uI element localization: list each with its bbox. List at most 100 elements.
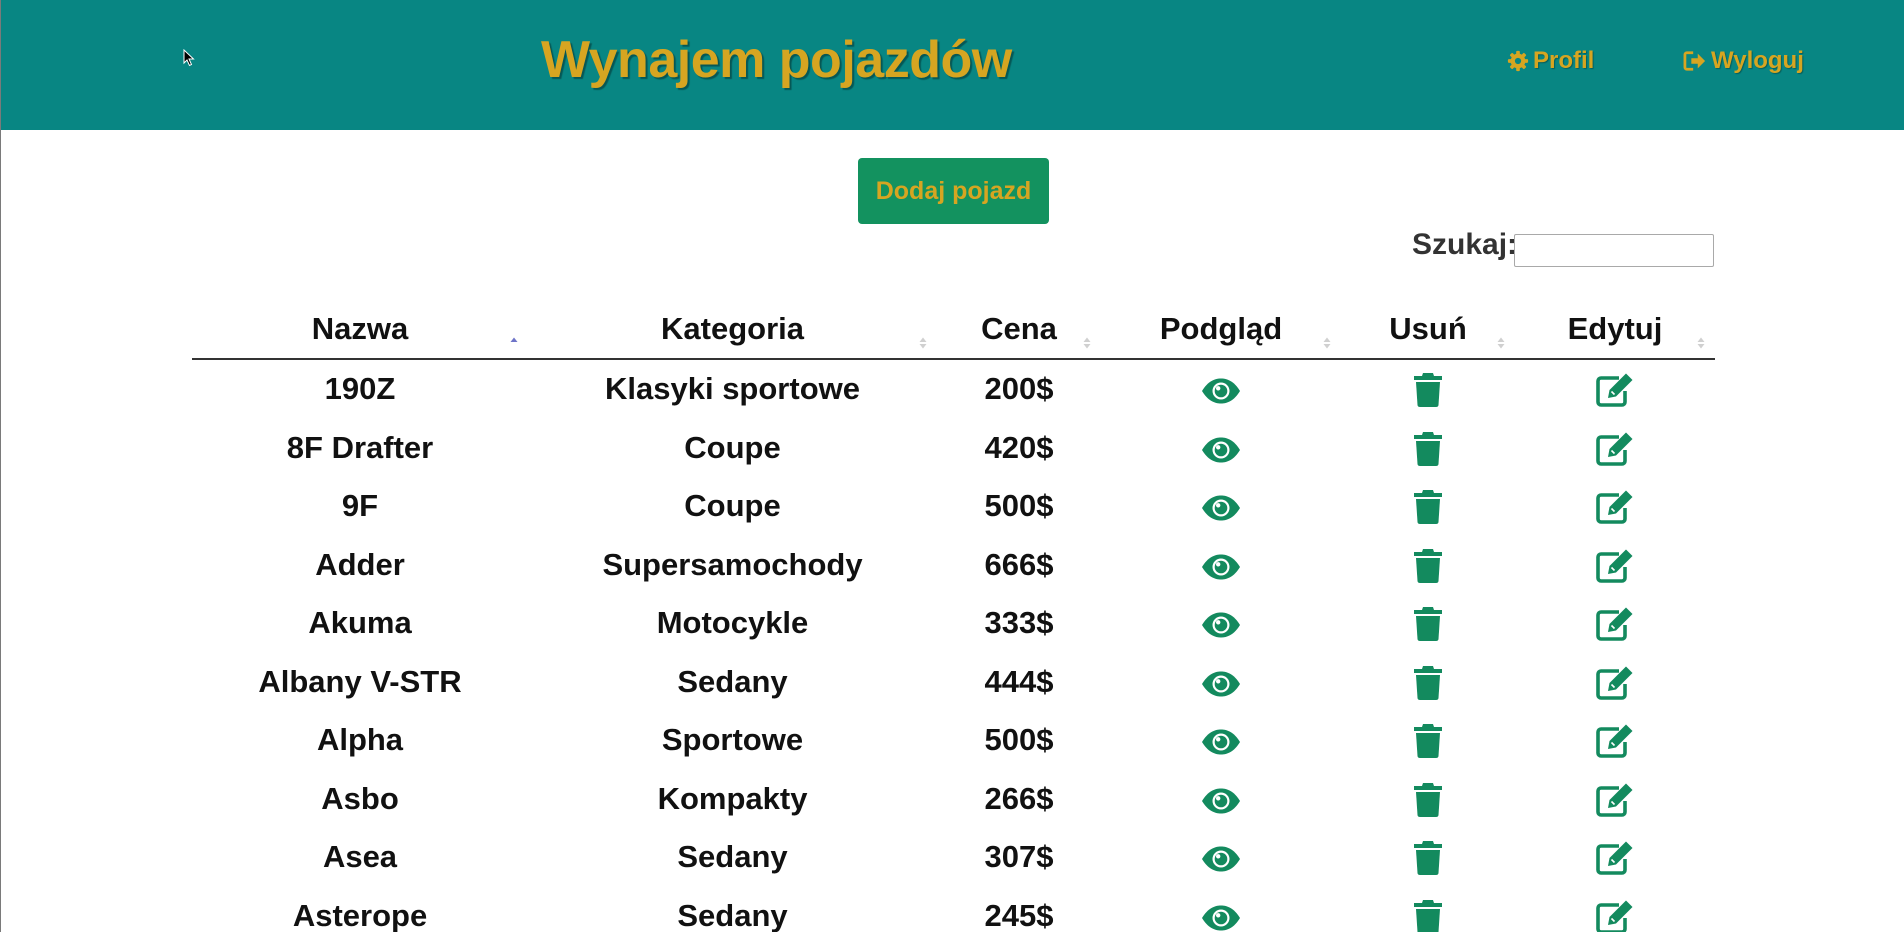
trash-icon[interactable] (1413, 899, 1443, 932)
edit-cell (1515, 711, 1715, 770)
edit-cell (1515, 828, 1715, 887)
edit-icon[interactable] (1595, 489, 1635, 525)
preview-cell (1101, 594, 1341, 653)
trash-icon[interactable] (1413, 548, 1443, 584)
vehicle-price: 500$ (984, 722, 1054, 758)
site-title: Wynajem pojazdów (541, 31, 1012, 89)
table-row: Alpha Sportowe 500$ (192, 711, 1715, 770)
table-row: Akuma Motocykle 333$ (192, 594, 1715, 653)
eye-icon[interactable] (1201, 671, 1241, 697)
vehicle-name: Asterope (292, 897, 428, 932)
edit-cell (1515, 477, 1715, 536)
vehicle-category: Coupe (684, 429, 781, 465)
edit-icon[interactable] (1595, 548, 1635, 584)
logout-link[interactable]: Wyloguj (1683, 47, 1804, 75)
column-header-category[interactable]: Kategoria (528, 300, 937, 360)
eye-icon[interactable] (1201, 437, 1241, 463)
trash-icon[interactable] (1413, 431, 1443, 467)
vehicle-price: 666$ (984, 546, 1054, 582)
edit-icon[interactable] (1595, 782, 1635, 818)
add-vehicle-button[interactable]: Dodaj pojazd (858, 158, 1049, 224)
search-input[interactable] (1514, 234, 1714, 267)
table-header-row: Nazwa Kategoria Cena Podgląd Usuń Edytuj (192, 300, 1715, 360)
table-body: 190Z Klasyki sportowe 200$ 8F Drafter Coupe 4… (192, 359, 1715, 932)
vehicle-name: 8F Drafter (286, 429, 434, 465)
column-header-name[interactable]: Nazwa (192, 300, 528, 360)
search-label: Szukaj: (1412, 228, 1518, 261)
preview-cell (1101, 359, 1341, 419)
sort-both-icon (1497, 322, 1505, 349)
table-row: Asterope Sedany 245$ (192, 887, 1715, 932)
eye-icon[interactable] (1201, 378, 1241, 404)
edit-cell (1515, 359, 1715, 419)
vehicle-price: 444$ (984, 663, 1054, 699)
edit-icon[interactable] (1595, 723, 1635, 759)
vehicle-category: Supersamochody (602, 546, 863, 582)
mouse-cursor-icon (183, 48, 195, 72)
vehicle-category: Sportowe (661, 722, 804, 758)
edit-icon[interactable] (1595, 372, 1635, 408)
vehicles-table: Nazwa Kategoria Cena Podgląd Usuń Edytuj… (192, 300, 1715, 932)
delete-cell (1341, 419, 1515, 478)
edit-cell (1515, 419, 1715, 478)
eye-icon[interactable] (1201, 788, 1241, 814)
eye-icon[interactable] (1201, 905, 1241, 931)
profile-link[interactable]: Profil (1507, 47, 1594, 75)
sort-both-icon (1083, 322, 1091, 349)
sort-both-icon (1697, 322, 1705, 349)
sort-ascending-icon (510, 322, 518, 342)
vehicle-name: Albany V-STR (258, 663, 462, 699)
column-header-price[interactable]: Cena (937, 300, 1101, 360)
edit-cell (1515, 887, 1715, 932)
vehicle-category: Kompakty (657, 780, 808, 816)
trash-icon[interactable] (1413, 723, 1443, 759)
table-row: Asbo Kompakty 266$ (192, 770, 1715, 829)
vehicle-name: 190Z (324, 371, 396, 407)
trash-icon[interactable] (1413, 489, 1443, 525)
column-header-edit[interactable]: Edytuj (1515, 300, 1715, 360)
profile-link-label: Profil (1533, 47, 1595, 74)
table-row: Adder Supersamochody 666$ (192, 536, 1715, 595)
trash-icon[interactable] (1413, 840, 1443, 876)
delete-cell (1341, 477, 1515, 536)
sign-out-icon (1683, 50, 1707, 72)
delete-cell (1341, 770, 1515, 829)
vehicle-name: Asbo (321, 780, 399, 816)
vehicle-name: Akuma (308, 605, 412, 641)
eye-icon[interactable] (1201, 729, 1241, 755)
column-header-label: Cena (981, 311, 1057, 346)
vehicle-category: Sedany (677, 897, 788, 932)
vehicle-category: Motocykle (656, 605, 809, 641)
delete-cell (1341, 536, 1515, 595)
column-header-preview[interactable]: Podgląd (1101, 300, 1341, 360)
edit-icon[interactable] (1595, 431, 1635, 467)
trash-icon[interactable] (1413, 782, 1443, 818)
column-header-label: Podgląd (1159, 311, 1283, 346)
logout-link-label: Wyloguj (1711, 47, 1804, 74)
vehicle-category: Sedany (677, 839, 788, 875)
preview-cell (1101, 887, 1341, 932)
table-row: 190Z Klasyki sportowe 200$ (192, 359, 1715, 419)
preview-cell (1101, 653, 1341, 712)
edit-cell (1515, 594, 1715, 653)
edit-icon[interactable] (1595, 840, 1635, 876)
preview-cell (1101, 477, 1341, 536)
vehicle-name: 9F (341, 488, 379, 524)
eye-icon[interactable] (1201, 846, 1241, 872)
column-header-delete[interactable]: Usuń (1341, 300, 1515, 360)
edit-icon[interactable] (1595, 899, 1635, 932)
preview-cell (1101, 419, 1341, 478)
vehicle-price: 333$ (984, 605, 1054, 641)
eye-icon[interactable] (1201, 554, 1241, 580)
edit-icon[interactable] (1595, 665, 1635, 701)
vehicle-price: 420$ (984, 429, 1054, 465)
eye-icon[interactable] (1201, 612, 1241, 638)
edit-icon[interactable] (1595, 606, 1635, 642)
vehicle-price: 500$ (984, 488, 1054, 524)
trash-icon[interactable] (1413, 665, 1443, 701)
sort-both-icon (1323, 322, 1331, 349)
eye-icon[interactable] (1201, 495, 1241, 521)
trash-icon[interactable] (1413, 606, 1443, 642)
vehicle-category: Klasyki sportowe (605, 371, 860, 407)
trash-icon[interactable] (1413, 372, 1443, 408)
